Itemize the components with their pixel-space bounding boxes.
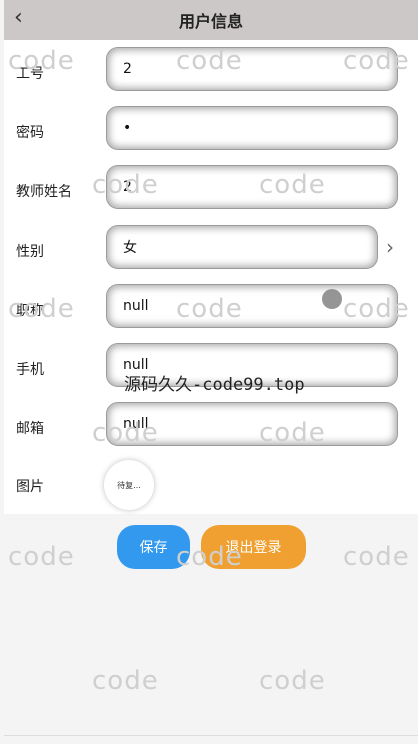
back-icon[interactable]: ‹ [14,6,23,30]
email-label: 邮箱 [16,421,44,437]
gender-label: 性别 [16,244,44,260]
header-bar: ‹ 用户信息 [4,0,418,40]
row-email: 邮箱 null [0,402,414,452]
row-gender: 性别 女 › [0,225,414,275]
title-label: 职称 [16,303,44,319]
row-password: 密码 • [0,106,414,156]
row-teacher-name: 教师姓名 2 [0,165,414,215]
save-button[interactable]: 保存 [117,525,190,569]
chevron-right-icon[interactable]: › [386,235,394,259]
touch-indicator [322,289,342,309]
photo-label: 图片 [16,479,44,495]
password-input[interactable]: • [106,106,398,150]
title-input[interactable]: null [106,284,398,328]
watermark: code [92,666,159,696]
gender-select[interactable]: 女 [106,225,378,269]
watermark: code [343,542,410,572]
email-input[interactable]: null [106,402,398,446]
avatar[interactable]: 待复... [104,460,154,510]
divider [4,735,418,736]
job-no-label: 工号 [16,66,44,82]
job-no-input[interactable]: 2 [106,47,398,91]
row-phone: 手机 null [0,343,414,393]
watermark: code [8,542,75,572]
page-title: 用户信息 [178,12,243,31]
phone-input[interactable]: null [106,343,398,387]
row-title: 职称 null [0,284,414,334]
row-photo: 图片 待复... [0,460,414,510]
teacher-name-label: 教师姓名 [16,184,72,200]
logout-button[interactable]: 退出登录 [201,525,306,569]
watermark: code [259,666,326,696]
teacher-name-input[interactable]: 2 [106,165,398,209]
phone-label: 手机 [16,362,44,378]
row-job-no: 工号 2 [0,47,414,97]
password-label: 密码 [16,125,44,141]
